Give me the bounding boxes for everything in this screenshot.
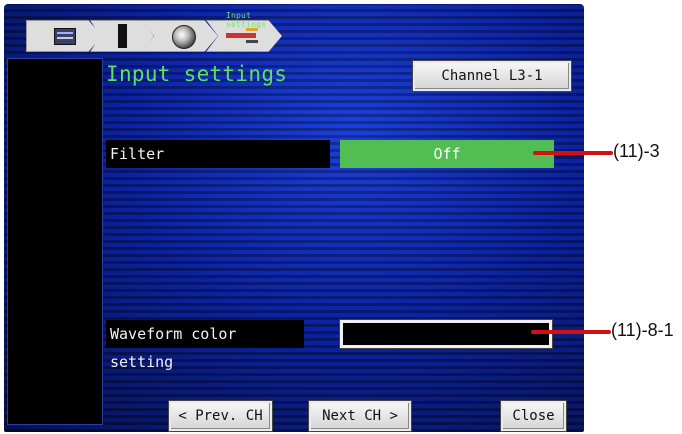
waveform-color-callout-line <box>531 330 611 334</box>
meter-icon <box>118 24 127 48</box>
channel-button[interactable]: Channel L3-1 <box>413 61 571 91</box>
probe-icon <box>226 28 258 43</box>
monitor-icon <box>54 28 76 45</box>
toolbar-tab-monitor[interactable] <box>26 20 102 52</box>
filter-callout-line <box>533 151 613 155</box>
waveform-color-callout-label: (11)-8-1 <box>611 320 674 340</box>
left-panel <box>7 58 103 425</box>
prev-ch-button[interactable]: < Prev. CH <box>169 401 272 431</box>
instrument-screen: Input settings Input settings Channel L3… <box>4 4 584 432</box>
page-title: Input settings <box>106 62 288 86</box>
close-button[interactable]: Close <box>501 401 566 431</box>
filter-value-button[interactable]: Off <box>340 140 554 168</box>
dial-icon <box>172 25 196 49</box>
toolbar-caption: Input settings <box>226 11 267 29</box>
waveform-color-swatch[interactable] <box>339 319 553 349</box>
waveform-color-label: Waveform color setting <box>106 320 304 371</box>
next-ch-button[interactable]: Next CH > <box>309 401 411 431</box>
filter-callout-label: (11)-3 <box>613 141 660 161</box>
filter-label: Filter <box>106 140 330 168</box>
